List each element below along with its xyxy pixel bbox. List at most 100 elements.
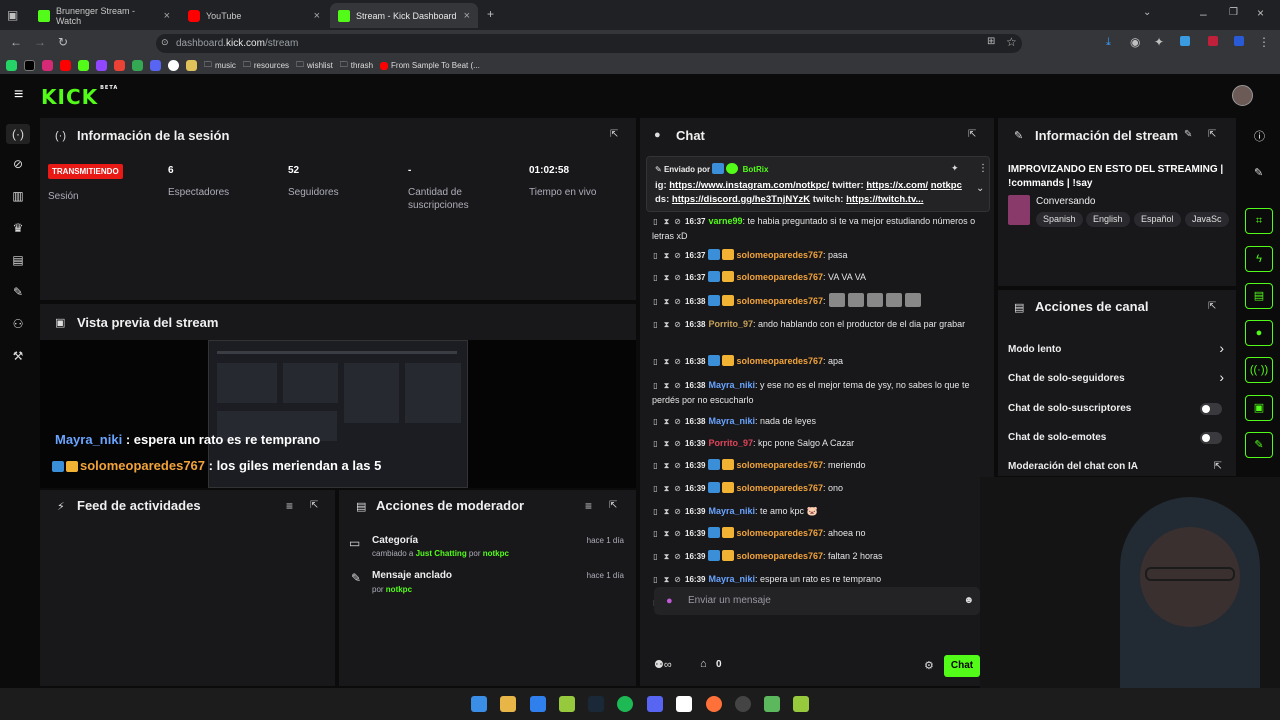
x-icon[interactable] — [24, 60, 35, 71]
expand-icon[interactable]: ⇱ — [968, 129, 976, 140]
timeout-icon[interactable]: ⧗ — [663, 248, 670, 263]
twitch-link[interactable]: https://twitch.tv... — [846, 194, 923, 205]
delete-icon[interactable]: ▯ — [652, 526, 659, 541]
message-username[interactable]: solomeoparedes767 — [736, 460, 823, 470]
kick-icon[interactable] — [78, 60, 89, 71]
users-icon[interactable]: ⚇ — [10, 316, 26, 332]
more-options-icon[interactable]: ⋮ — [978, 163, 988, 174]
forward-icon[interactable]: → — [34, 35, 46, 49]
install-app-icon[interactable]: ⊞ — [987, 36, 995, 47]
chat-message[interactable]: ▯ ⧗ ⊘ 16:38 Mayra_niki: y ese no es el mejor… — [652, 378, 980, 408]
external-link-icon[interactable]: ⇱ — [1214, 461, 1222, 472]
back-icon[interactable]: ← — [10, 35, 22, 49]
broadcast-icon[interactable]: (·) — [6, 124, 30, 144]
bookmark-star-icon[interactable]: ☆ — [1006, 35, 1017, 49]
ban-icon[interactable]: ⊘ — [674, 248, 681, 263]
emoji-icon[interactable]: ☻ — [963, 587, 974, 615]
expand-icon[interactable]: ⇱ — [1208, 129, 1216, 140]
tab-youtube[interactable]: YouTube × — [180, 3, 328, 28]
chevron-right-icon[interactable]: › — [1219, 369, 1224, 385]
bookmark-from-sample-to-beat[interactable]: From Sample To Beat (... — [380, 61, 480, 70]
delete-icon[interactable]: ▯ — [652, 504, 659, 519]
maximize-icon[interactable]: ❐ — [1229, 7, 1238, 18]
delete-icon[interactable]: ▯ — [652, 549, 659, 564]
obs-icon[interactable] — [735, 696, 751, 712]
ban-icon[interactable]: ⊘ — [674, 549, 681, 564]
edit-pencil-icon[interactable]: ✎ — [1254, 166, 1263, 179]
instagram-link[interactable]: https://www.instagram.com/notkpc/ — [669, 180, 829, 191]
kick-logo[interactable]: KICK BETA — [41, 85, 118, 109]
hamburger-menu-icon[interactable]: ≡ — [14, 86, 23, 104]
live-app-icon[interactable] — [793, 696, 809, 712]
chat-bubble-icon[interactable]: ● — [1245, 320, 1273, 346]
bookmark-folder-resources[interactable]: 🗀 resources — [243, 59, 289, 73]
message-username[interactable]: solomeoparedes767 — [736, 356, 823, 366]
delete-icon[interactable]: ▯ — [652, 294, 659, 309]
message-username[interactable]: Mayra_niki — [708, 416, 755, 426]
creator-icon[interactable]: ⚒ — [10, 348, 26, 364]
expand-icon[interactable]: ⇱ — [1208, 301, 1216, 312]
category-name[interactable]: Conversando — [1036, 196, 1095, 207]
timeout-icon[interactable]: ⧗ — [663, 549, 670, 564]
gmail-icon[interactable] — [114, 60, 125, 71]
chevron-right-icon[interactable]: › — [1219, 340, 1224, 356]
steam-icon[interactable] — [588, 696, 604, 712]
chevron-down-icon[interactable]: ⌄ — [976, 183, 984, 194]
timeout-icon[interactable]: ⧗ — [663, 572, 670, 587]
bookmark-folder-wishlist[interactable]: 🗀 wishlist — [296, 59, 333, 73]
chat-settings-gear-icon[interactable]: ⚙ — [924, 659, 934, 672]
subscribers-only-toggle[interactable] — [1200, 403, 1222, 415]
ban-icon[interactable]: ⊘ — [674, 294, 681, 309]
timeout-icon[interactable]: ⧗ — [663, 526, 670, 541]
reload-icon[interactable]: ↻ — [58, 35, 68, 49]
discord-link[interactable]: https://discord.gg/he3TnjNYzK — [672, 194, 810, 205]
message-username[interactable]: varne99 — [708, 216, 742, 226]
chat-message[interactable]: ▯ ⧗ ⊘ 16:39 solomeoparedes767: ono — [652, 481, 980, 496]
url-field[interactable]: dashboard.kick.com/stream — [156, 34, 1022, 53]
timeout-icon[interactable]: ⧗ — [663, 378, 670, 393]
app-icon[interactable] — [676, 696, 692, 712]
filter-icon[interactable]: ≡ — [585, 499, 592, 513]
site-info-icon[interactable]: ⊙ — [161, 37, 169, 48]
analytics-icon[interactable]: ▥ — [10, 188, 26, 204]
timeout-icon[interactable]: ⧗ — [663, 481, 670, 496]
tab-brunenger[interactable]: Brunenger Stream - Watch × — [30, 3, 178, 28]
download-icon[interactable]: ⤓ — [1106, 36, 1111, 49]
expand-icon[interactable]: ⇱ — [610, 129, 618, 140]
lightning-icon[interactable]: ϟ — [1245, 246, 1273, 272]
ban-icon[interactable]: ⊘ — [674, 436, 681, 451]
twitter-link[interactable]: https://x.com/ — [866, 180, 928, 191]
ban-icon[interactable]: ⊘ — [674, 317, 681, 332]
message-username[interactable]: solomeoparedes767 — [736, 528, 823, 538]
message-username[interactable]: Mayra_niki — [708, 574, 755, 584]
stream-tag[interactable]: JavaSc — [1185, 212, 1229, 227]
close-icon[interactable]: × — [314, 10, 320, 22]
instagram-icon[interactable] — [42, 60, 53, 71]
stream-tag[interactable]: English — [1086, 212, 1130, 227]
clipboard-icon[interactable]: ▣ — [1245, 395, 1273, 421]
edit-pencil-icon[interactable]: ✎ — [1184, 129, 1192, 140]
chat-message[interactable]: ▯ ⧗ ⊘ 16:37 varne99: te habia preguntado si … — [652, 214, 980, 244]
ban-icon[interactable]: ⊘ — [674, 572, 681, 587]
delete-icon[interactable]: ▯ — [652, 317, 659, 332]
info-icon[interactable]: ⓘ — [1254, 128, 1265, 144]
app-icon[interactable] — [764, 696, 780, 712]
message-username[interactable]: solomeoparedes767 — [736, 272, 823, 282]
timeout-icon[interactable]: ⧗ — [663, 458, 670, 473]
message-username[interactable]: Porrito_97 — [708, 438, 753, 448]
chat-message[interactable]: ▯ ⧗ ⊘ 16:39 solomeoparedes767: faltan 2 hora… — [652, 549, 980, 564]
bot-username[interactable]: BotRix — [743, 165, 769, 174]
delete-icon[interactable]: ▯ — [652, 248, 659, 263]
chat-message[interactable]: ▯ ⧗ ⊘ 16:39 Porrito_97: kpc pone Salgo A Caz… — [652, 436, 980, 451]
whatsapp-icon[interactable] — [6, 60, 17, 71]
store-icon[interactable]: ⌂ — [700, 658, 707, 670]
delete-icon[interactable]: ▯ — [652, 481, 659, 496]
ban-icon[interactable]: ⊘ — [674, 354, 681, 369]
start-menu-icon[interactable] — [471, 696, 487, 712]
emote-picker-icon[interactable]: ● — [666, 587, 673, 615]
chat-input[interactable]: ● Enviar un mensaje ☻ — [654, 587, 980, 615]
expand-icon[interactable]: ⇱ — [310, 500, 318, 511]
chat-message[interactable]: ▯ ⧗ ⊘ 16:38 solomeoparedes767: apa — [652, 354, 980, 369]
broadcast-icon[interactable]: ((·)) — [1245, 357, 1273, 383]
youtube-icon[interactable] — [60, 60, 71, 71]
